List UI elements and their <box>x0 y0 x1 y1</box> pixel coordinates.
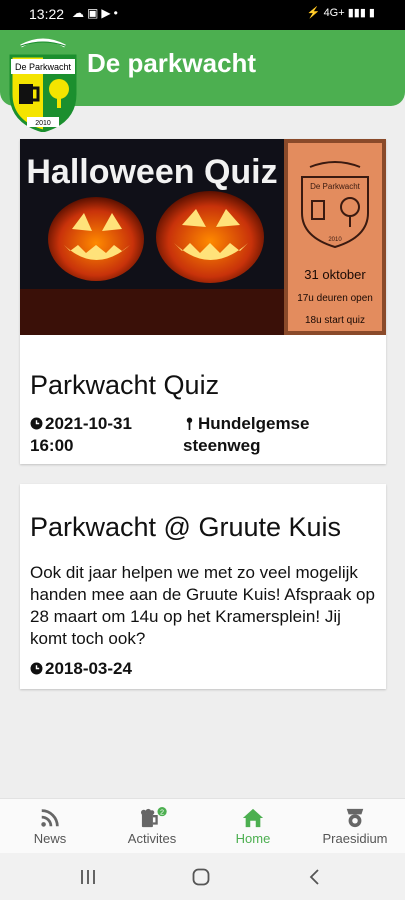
cloud-icon: ☁ <box>72 6 87 20</box>
svg-text:De Parkwacht: De Parkwacht <box>15 62 72 72</box>
recent-apps-icon[interactable] <box>78 867 98 887</box>
back-icon[interactable] <box>305 867 325 887</box>
nav-news[interactable]: News <box>10 799 90 854</box>
event-title: Parkwacht @ Gruute Kuis <box>30 512 342 542</box>
svg-text:31 oktober: 31 oktober <box>304 267 366 282</box>
home-icon <box>242 808 264 828</box>
event-description: Ook dit jaar helpen we met zo veel mogel… <box>30 563 375 648</box>
nav-home-label: Home <box>235 831 271 846</box>
halloween-quiz-banner: Halloween Quiz De Parkwacht 2010 31 okto… <box>20 139 386 335</box>
activites-badge: 2 <box>160 807 164 816</box>
nav-praesidium[interactable]: Praesidium <box>315 799 395 854</box>
nav-home[interactable]: Home <box>213 799 293 854</box>
svg-text:2010: 2010 <box>35 120 51 127</box>
event-date: 2018-03-24 <box>30 658 132 680</box>
beer-icon: 2 <box>141 807 167 828</box>
svg-text:2010: 2010 <box>328 237 342 243</box>
medal-icon <box>346 808 364 828</box>
status-bar: 13:22 ☁▣▶• ⚡ 4G+ ▮▮▮ ▮ <box>0 0 405 30</box>
event-title: Parkwacht Quiz <box>30 370 220 400</box>
event-datetime: 2021-10-31 16:00 <box>30 414 132 455</box>
pin-icon <box>186 417 193 430</box>
youtube-icon: ▶ <box>101 6 114 20</box>
status-time: 13:22 <box>29 6 65 22</box>
rss-icon <box>41 809 59 827</box>
clock-icon <box>30 662 43 675</box>
clock-icon <box>30 417 43 430</box>
dot-icon: • <box>113 6 121 20</box>
svg-text:18u start quiz: 18u start quiz <box>305 315 365 326</box>
svg-text:Halloween Quiz: Halloween Quiz <box>26 153 277 191</box>
nav-news-label: News <box>33 831 67 846</box>
image-icon: ▣ <box>87 6 102 20</box>
parkwacht-logo: De Parkwacht 2010 <box>9 38 77 132</box>
event-card-quiz[interactable]: Halloween Quiz De Parkwacht 2010 31 okto… <box>20 139 386 464</box>
notification-icons: ☁▣▶• <box>72 6 121 20</box>
nav-praesidium-label: Praesidium <box>322 831 388 846</box>
nav-activites-label: Activites <box>127 831 177 846</box>
svg-text:De Parkwacht: De Parkwacht <box>310 182 361 191</box>
system-navigation-bar <box>0 853 405 900</box>
app-title: De parkwacht <box>87 48 257 78</box>
nav-activites[interactable]: 2 Activites <box>112 799 192 854</box>
bottom-navigation: News 2 Activites Home Praesidium <box>0 798 405 854</box>
system-status-icons: ⚡ 4G+ ▮▮▮ ▮ <box>306 7 375 19</box>
home-button-icon[interactable] <box>191 867 211 887</box>
event-location: Hundelgemse steenweg <box>183 414 310 455</box>
event-card-gruute-kuis[interactable]: Parkwacht @ Gruute Kuis Ook dit jaar hel… <box>20 484 386 689</box>
svg-text:17u deuren open: 17u deuren open <box>297 293 373 304</box>
